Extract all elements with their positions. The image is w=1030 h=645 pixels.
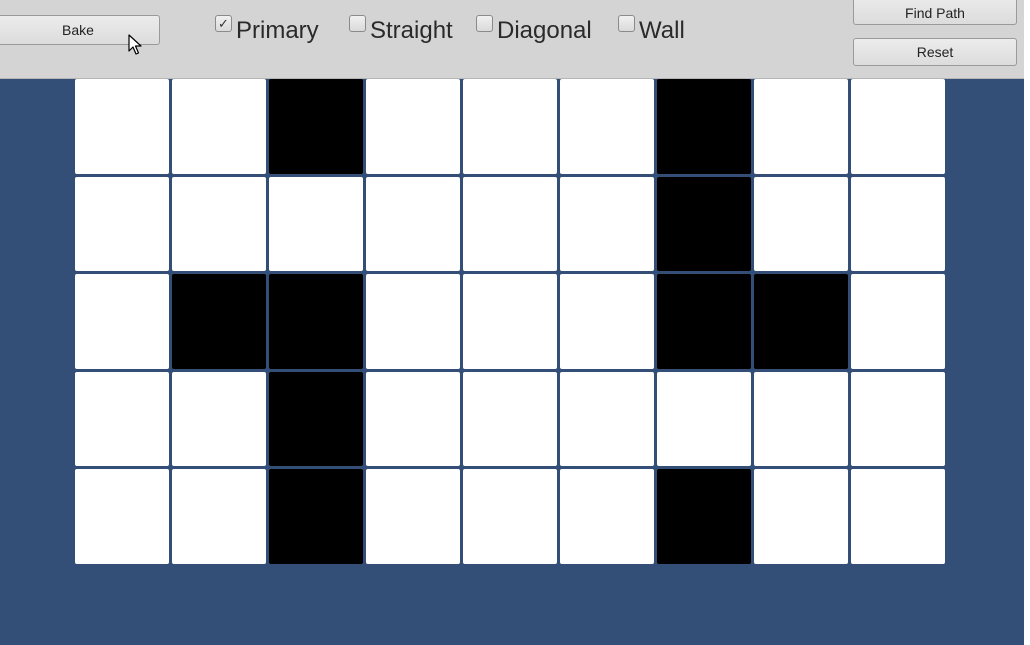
grid-cell-open[interactable] bbox=[851, 176, 945, 272]
grid-cell-open[interactable] bbox=[75, 469, 169, 564]
grid-cell-open[interactable] bbox=[366, 176, 460, 272]
grid-cell-open[interactable] bbox=[560, 469, 654, 564]
pathfinding-grid bbox=[75, 79, 945, 564]
grid-cell-wall[interactable] bbox=[754, 274, 848, 369]
grid-cell-wall[interactable] bbox=[657, 274, 751, 369]
grid-cell-open[interactable] bbox=[657, 371, 751, 467]
grid-cell-open[interactable] bbox=[172, 79, 266, 174]
grid-cell-open[interactable] bbox=[366, 274, 460, 369]
primary-checkbox[interactable]: ✓ bbox=[215, 15, 232, 32]
grid-cell-open[interactable] bbox=[75, 176, 169, 272]
grid-cell-open[interactable] bbox=[560, 371, 654, 467]
reset-button[interactable]: Reset bbox=[853, 38, 1017, 66]
diagonal-checkbox[interactable] bbox=[476, 15, 493, 32]
arrow-cursor-icon bbox=[128, 34, 142, 55]
grid-cell-open[interactable] bbox=[851, 469, 945, 564]
grid-cell-open[interactable] bbox=[172, 371, 266, 467]
grid-cell-open[interactable] bbox=[560, 79, 654, 174]
grid-cell-wall[interactable] bbox=[269, 469, 363, 564]
grid-cell-open[interactable] bbox=[463, 371, 557, 467]
grid-cell-open[interactable] bbox=[269, 176, 363, 272]
grid-cell-open[interactable] bbox=[754, 176, 848, 272]
wall-toggle[interactable]: Wall bbox=[618, 14, 685, 48]
grid-cell-open[interactable] bbox=[560, 274, 654, 369]
grid-cell-wall[interactable] bbox=[269, 274, 363, 369]
grid-cell-open[interactable] bbox=[851, 371, 945, 467]
primary-label: Primary bbox=[236, 17, 319, 44]
grid-cell-wall[interactable] bbox=[269, 371, 363, 467]
grid-cell-open[interactable] bbox=[366, 79, 460, 174]
grid-cell-open[interactable] bbox=[851, 79, 945, 174]
straight-label: Straight bbox=[370, 17, 453, 44]
straight-checkbox[interactable] bbox=[349, 15, 366, 32]
grid-cell-open[interactable] bbox=[463, 79, 557, 174]
grid-cell-wall[interactable] bbox=[657, 469, 751, 564]
grid-cell-wall[interactable] bbox=[657, 176, 751, 272]
grid-cell-open[interactable] bbox=[754, 79, 848, 174]
grid-cell-open[interactable] bbox=[754, 371, 848, 467]
checkmark-icon: ✓ bbox=[218, 16, 229, 31]
grid-cell-open[interactable] bbox=[463, 469, 557, 564]
grid-cell-open[interactable] bbox=[172, 176, 266, 272]
grid-cell-open[interactable] bbox=[366, 371, 460, 467]
grid-cell-open[interactable] bbox=[851, 274, 945, 369]
grid-cell-open[interactable] bbox=[75, 274, 169, 369]
grid-cell-open[interactable] bbox=[366, 469, 460, 564]
grid-cell-open[interactable] bbox=[75, 79, 169, 174]
wall-checkbox[interactable] bbox=[618, 15, 635, 32]
grid-cell-open[interactable] bbox=[560, 176, 654, 272]
grid-cell-open[interactable] bbox=[172, 469, 266, 564]
grid-cell-open[interactable] bbox=[463, 176, 557, 272]
diagonal-label: Diagonal bbox=[497, 17, 592, 44]
window-edge bbox=[1024, 0, 1030, 645]
wall-label: Wall bbox=[639, 17, 685, 44]
toolbar: Bake ✓ Primary Straight Diagonal Wall Fi… bbox=[0, 0, 1024, 79]
grid-cell-open[interactable] bbox=[75, 371, 169, 467]
diagonal-toggle[interactable]: Diagonal bbox=[476, 14, 592, 48]
grid-cell-wall[interactable] bbox=[172, 274, 266, 369]
grid-cell-wall[interactable] bbox=[269, 79, 363, 174]
straight-toggle[interactable]: Straight bbox=[349, 14, 453, 48]
grid-cell-wall[interactable] bbox=[657, 79, 751, 174]
find-path-button[interactable]: Find Path bbox=[853, 0, 1017, 25]
grid-cell-open[interactable] bbox=[754, 469, 848, 564]
primary-toggle[interactable]: ✓ Primary bbox=[215, 14, 319, 48]
grid-cell-open[interactable] bbox=[463, 274, 557, 369]
